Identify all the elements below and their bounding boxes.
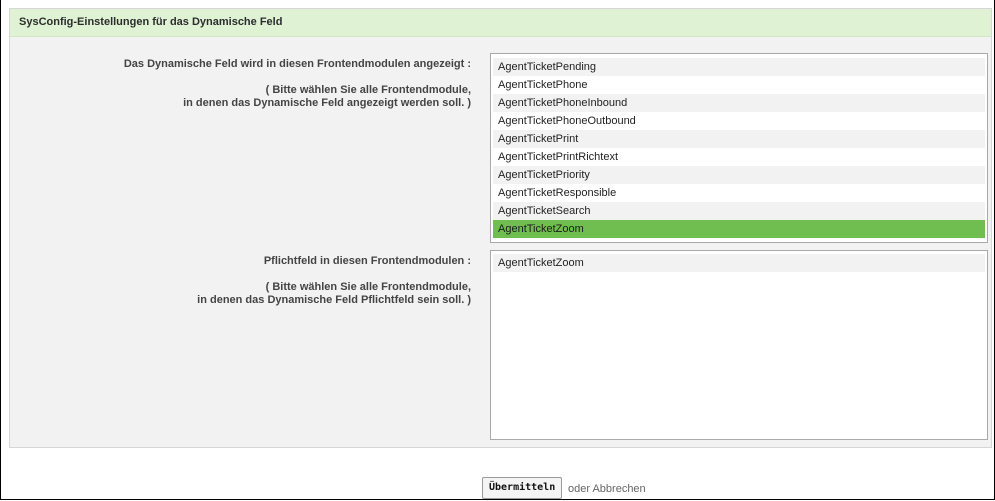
display-field-label: Das Dynamische Feld wird in diesen Front… bbox=[123, 58, 471, 70]
display-module-option[interactable]: AgentTicketPrintRichtext bbox=[493, 148, 985, 166]
submit-button[interactable]: Übermitteln bbox=[482, 477, 563, 499]
mandatory-field-label-group: Pflichtfeld in diesen Frontendmodulen : … bbox=[197, 255, 471, 307]
display-module-option[interactable]: AgentTicketPhone bbox=[493, 76, 985, 94]
display-field-label-group: Das Dynamische Feld wird in diesen Front… bbox=[124, 58, 471, 110]
display-module-option[interactable]: AgentTicketPhoneInbound bbox=[493, 94, 985, 112]
window-frame: SysConfig-Einstellungen für das Dynamisc… bbox=[0, 0, 995, 500]
display-field-hint-line2: in denen das Dynamische Feld angezeigt w… bbox=[183, 97, 471, 109]
display-module-option[interactable]: AgentTicketResponsible bbox=[493, 184, 985, 202]
sysconfig-panel: SysConfig-Einstellungen für das Dynamisc… bbox=[9, 8, 992, 448]
form-footer: Übermitteln oder Abbrechen bbox=[1, 476, 995, 501]
display-module-option[interactable]: AgentTicketSearch bbox=[493, 202, 985, 220]
mandatory-field-hint-line1: ( Bitte wählen Sie alle Frontendmodule, bbox=[265, 281, 471, 293]
panel-header: SysConfig-Einstellungen für das Dynamisc… bbox=[10, 9, 991, 37]
display-module-option[interactable]: AgentTicketZoom bbox=[493, 220, 985, 238]
cancel-link[interactable]: oder Abbrechen bbox=[568, 483, 646, 495]
display-module-option[interactable]: AgentTicketPriority bbox=[493, 166, 985, 184]
mandatory-module-option[interactable]: AgentTicketZoom bbox=[493, 254, 985, 272]
mandatory-field-hint-line2: in denen das Dynamische Feld Pflichtfeld… bbox=[197, 294, 471, 306]
mandatory-field-label: Pflichtfeld in diesen Frontendmodulen : bbox=[263, 255, 471, 267]
display-module-option[interactable]: AgentTicketPhoneOutbound bbox=[493, 112, 985, 130]
mandatory-modules-listbox[interactable]: AgentTicketZoom bbox=[490, 250, 988, 440]
display-modules-listbox[interactable]: AgentTicketPending AgentTicketPhone AgentT… bbox=[490, 53, 988, 243]
display-module-option[interactable]: AgentTicketPending bbox=[493, 58, 985, 76]
display-field-hint-line1: ( Bitte wählen Sie alle Frontendmodule, bbox=[265, 84, 471, 96]
panel-title: SysConfig-Einstellungen für das Dynamisc… bbox=[19, 16, 283, 28]
display-module-option[interactable]: AgentTicketPrint bbox=[493, 130, 985, 148]
